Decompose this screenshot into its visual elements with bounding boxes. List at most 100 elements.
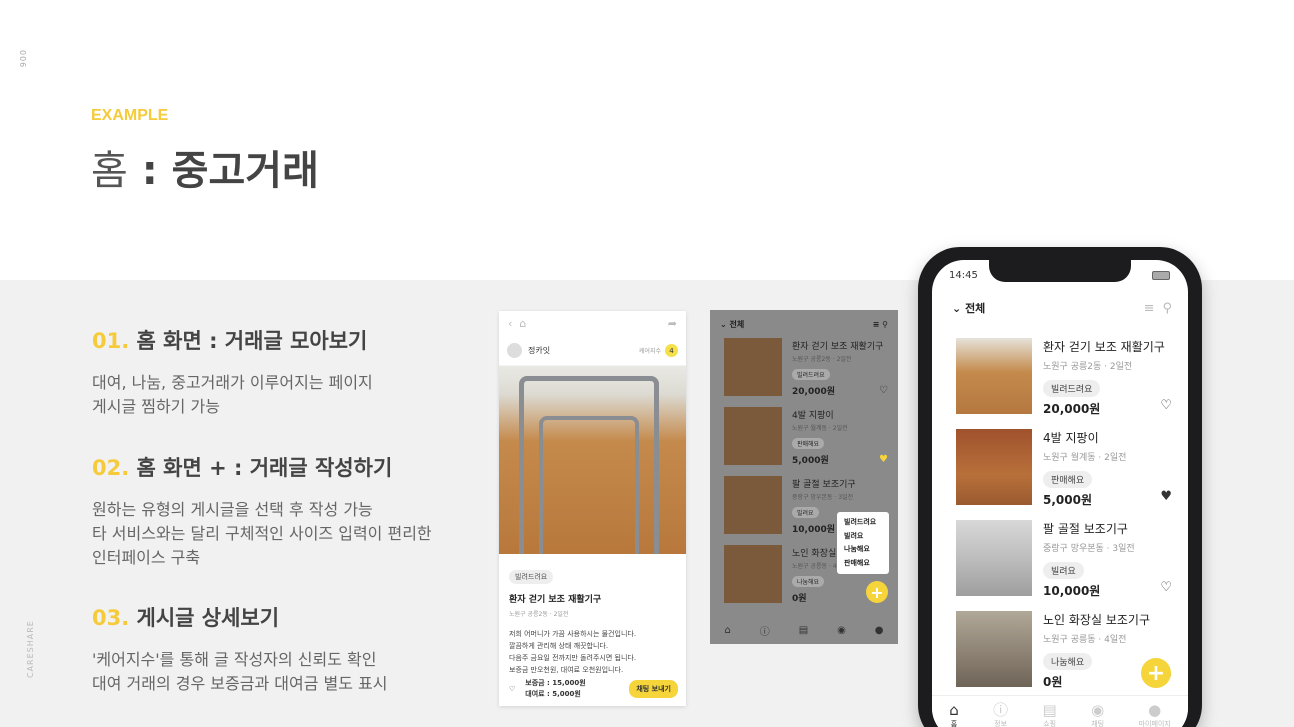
heart-icon[interactable]: ♡ [1160,398,1172,413]
status-time: 14:45 [949,270,978,281]
menu-item[interactable]: 빌려요 [844,530,882,544]
section-number: 03. [92,606,130,630]
item-price: 5,000원 [1043,493,1092,507]
home-icon[interactable]: ⌂ [519,317,526,330]
user-icon[interactable]: ● [875,625,884,636]
back-icon[interactable]: ‹ [508,317,512,330]
add-post-button[interactable]: + [1141,658,1171,688]
menu-item[interactable]: 판매해요 [844,557,882,571]
section-heading: 게시글 상세보기 [136,606,280,630]
item-meta: 중랑구 망우본동 · 3일전 [1043,544,1135,554]
section-3: 03. 게시글 상세보기 '케어지수'를 통해 글 작성자의 신뢰도 확인대여 … [92,602,387,696]
user-icon: ● [1148,701,1162,719]
item-thumb [724,407,782,465]
item-name: 노인 화장실 보조기구 [1043,613,1150,627]
chat-icon: ◉ [1091,701,1105,719]
section-1: 01. 홈 화면 : 거래글 모아보기 대여, 나눔, 중고거래가 이루어지는 … [92,325,373,419]
section-line: 대여 거래의 경우 보증금과 대여금 별도 표시 [92,674,388,693]
detail-screen: ‹ ⌂ ➦ 정카잇 케어지수 4 빌려드려요 환자 걷기 보조 재활기구 노원구 공릉… [499,311,686,706]
item-thumb [956,520,1032,596]
item-tag: 판매해요 [1043,471,1093,488]
home-icon[interactable]: ⌂ [724,625,730,636]
item-thumb [724,545,782,603]
heart-icon[interactable]: ♡ [509,685,515,693]
menu-item[interactable]: 빌려드려요 [844,516,882,530]
heart-filled-icon[interactable]: ♥ [1160,489,1172,504]
item-name: 환자 걷기 보조 재활기구 [1043,340,1165,354]
item-tag: 빌려드려요 [1043,380,1101,397]
item-meta: 노원구 월계동 · 2일전 [1043,453,1127,463]
list-item[interactable]: 4발 지팡이노원구 월계동 · 2일전판매해요 5,000원 ♥ [932,429,1188,520]
info-icon[interactable]: ⓘ [760,623,770,638]
chevron-down-icon[interactable]: ⌄ [720,320,727,329]
cart-icon: ▤ [1042,701,1057,719]
rental-fee: 대여료 : 5,000원 [525,690,581,698]
filter-label[interactable]: 전체 [965,300,985,316]
item-name: 4발 지팡이 [1043,431,1099,445]
item-tag: 나눔해요 [1043,653,1093,670]
page-title: 홈 : 중고거래 [91,148,319,194]
user-name: 정카잇 [528,346,551,355]
section-heading: 홈 화면 : 거래글 모아보기 [136,329,368,353]
cart-icon[interactable]: ▤ [799,625,808,636]
list-item[interactable]: 팔 골절 보조기구 중랑구 망우본동 · 3일전 빌려요 10,000원 ♡ [932,520,1188,611]
phone-screen: 14:45 ⌄ 전체 ≡ ⚲ 환자 걷기 보조 재활기구노원구 공릉2동 · 2일전… [932,260,1188,727]
nav-shopping[interactable]: ▤ 쇼핑 [1043,702,1057,727]
item-name: 팔 골절 보조기구 [1043,522,1128,536]
menu-icon[interactable]: ≡ [873,320,880,329]
deal-tag: 빌려드려요 [509,570,554,584]
section-heading: 홈 화면 + : 거래글 작성하기 [136,456,393,480]
item-meta: 노원구 공릉2동 · 2일전 [1043,362,1133,372]
item-photo [499,366,686,554]
item-thumb [724,476,782,534]
deposit: 보증금 : 15,000원 [525,679,586,687]
chat-icon[interactable]: ◉ [837,625,846,636]
care-label: 케어지수 [638,348,661,355]
item-thumb [956,429,1032,505]
menu-icon[interactable]: ≡ [1144,301,1155,316]
section-line: 원하는 유형의 게시글을 선택 후 작성 가능 [92,500,373,519]
section-number: 01. [92,329,130,353]
section-line: 게시글 찜하기 가능 [92,397,220,416]
write-type-menu: 빌려드려요 빌려요 나눔해요 판매해요 [837,512,889,574]
eyebrow: EXAMPLE [91,107,169,124]
battery-icon [1152,271,1170,280]
nav-home[interactable]: ⌂ 홈 [949,702,959,727]
item-price: 20,000원 [1043,402,1101,416]
section-line: '케어지수'를 통해 글 작성자의 신뢰도 확인 [92,650,377,669]
item-thumb [956,611,1032,687]
info-icon: ⓘ [993,701,1009,719]
nav-info[interactable]: ⓘ 정보 [993,702,1008,727]
care-badge: 4 [665,344,678,357]
brand-label: CARESHARE [26,620,35,678]
item-title: 환자 걷기 보조 재활기구 [509,595,602,605]
bottom-nav: ⌂ 홈 ⓘ 정보 ▤ 쇼핑 ◉ 채팅 ● 마이페이지 [932,695,1188,727]
menu-item[interactable]: 나눔해요 [844,543,882,557]
list-item[interactable]: 환자 걷기 보조 재활기구노원구 공릉2동 · 2일전빌려드려요 20,000원 ♡ [932,338,1188,429]
heart-icon[interactable]: ♡ [879,385,888,396]
page-number: 006 [18,50,27,69]
section-line: 타 서비스와는 달리 구체적인 사이즈 입력이 편리한 [92,524,432,543]
add-post-button[interactable]: + [866,581,888,603]
section-line: 인터페이스 구축 [92,548,201,567]
filter-label[interactable]: 전체 [730,319,745,330]
nav-chat[interactable]: ◉ 채팅 [1091,702,1104,727]
nav-mypage[interactable]: ● 마이페이지 [1139,702,1171,727]
notch [989,260,1131,282]
item-tag: 빌려요 [1043,562,1084,579]
phone-mockup: 14:45 ⌄ 전체 ≡ ⚲ 환자 걷기 보조 재활기구노원구 공릉2동 · 2일전… [918,247,1202,727]
search-icon[interactable]: ⚲ [882,320,888,329]
search-icon[interactable]: ⚲ [1162,301,1172,316]
item-thumb [956,338,1032,414]
section-2: 02. 홈 화면 + : 거래글 작성하기 원하는 유형의 게시글을 선택 후 … [92,452,432,570]
item-meta: 노원구 공릉2동 · 2일전 [509,611,569,618]
heart-icon[interactable]: ♡ [1160,580,1172,595]
chat-button[interactable]: 채팅 보내기 [629,680,678,698]
section-number: 02. [92,456,130,480]
home-icon: ⌂ [949,701,959,719]
section-line: 대여, 나눔, 중고거래가 이루어지는 페이지 [92,373,373,392]
share-icon[interactable]: ➦ [668,317,677,330]
list-item[interactable]: 노인 화장실 보조기구노원구 공릉동 · 4일전나눔해요0원♡ [932,611,1188,702]
chevron-down-icon[interactable]: ⌄ [952,302,961,315]
heart-filled-icon[interactable]: ♥ [879,454,888,465]
